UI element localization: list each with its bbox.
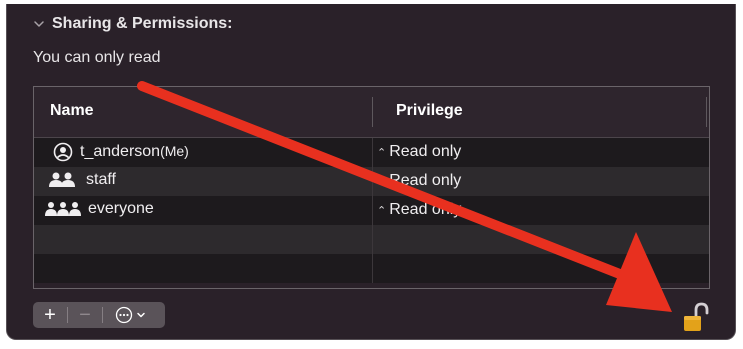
table-header: Name Privilege [34, 87, 709, 138]
everyone-icon [45, 202, 81, 216]
updown-chevron-icon: ⌃ [377, 204, 387, 217]
row-divider [372, 167, 373, 196]
table-row-empty [34, 225, 709, 254]
table-row[interactable]: staff ⌃ Read only [34, 167, 709, 196]
chevron-down-icon [34, 21, 44, 27]
privilege-popup[interactable]: ⌃ Read only [377, 201, 461, 219]
name-cell: everyone [44, 200, 154, 218]
column-divider[interactable] [372, 97, 373, 127]
privilege-popup[interactable]: ⌃ Read only [377, 172, 461, 190]
more-options-icon [115, 306, 132, 324]
table-row-empty [34, 254, 709, 283]
column-header-privilege[interactable]: Privilege [396, 102, 463, 120]
permissions-toolbar: + − [33, 302, 165, 328]
unlocked-padlock-icon[interactable] [682, 301, 712, 335]
action-menu-button[interactable] [103, 302, 157, 328]
permission-note: You can only read [33, 49, 161, 66]
permissions-table: Name Privilege t_anderson(Me) ⌃ Read onl… [33, 86, 710, 289]
column-divider-right [706, 97, 707, 127]
section-title: Sharing & Permissions: [52, 15, 233, 32]
table-row[interactable]: everyone ⌃ Read only [34, 196, 709, 225]
updown-chevron-icon: ⌃ [377, 175, 387, 188]
privilege-value: Read only [389, 143, 462, 160]
privilege-value: Read only [389, 201, 462, 218]
chevron-down-icon [136, 312, 145, 318]
privilege-popup[interactable]: ⌃ Read only [377, 143, 461, 161]
column-header-name[interactable]: Name [50, 102, 94, 120]
sharing-section-toggle[interactable]: Sharing & Permissions: [32, 14, 233, 34]
row-divider [372, 254, 373, 283]
updown-chevron-icon: ⌃ [377, 146, 387, 159]
row-divider [372, 138, 373, 167]
group-icon [49, 172, 75, 187]
user-name: t_anderson [80, 143, 161, 160]
privilege-value: Read only [389, 172, 462, 189]
me-suffix: (Me) [160, 143, 189, 159]
user-circle-icon [53, 142, 73, 162]
table-row[interactable]: t_anderson(Me) ⌃ Read only [34, 138, 709, 167]
row-divider [372, 225, 373, 254]
group-name: staff [86, 171, 116, 188]
name-cell: staff [46, 171, 116, 189]
add-button[interactable]: + [33, 302, 67, 328]
row-divider [372, 196, 373, 225]
name-cell: t_anderson(Me) [46, 142, 189, 162]
remove-button[interactable]: − [68, 302, 102, 328]
group-name: everyone [88, 200, 154, 217]
